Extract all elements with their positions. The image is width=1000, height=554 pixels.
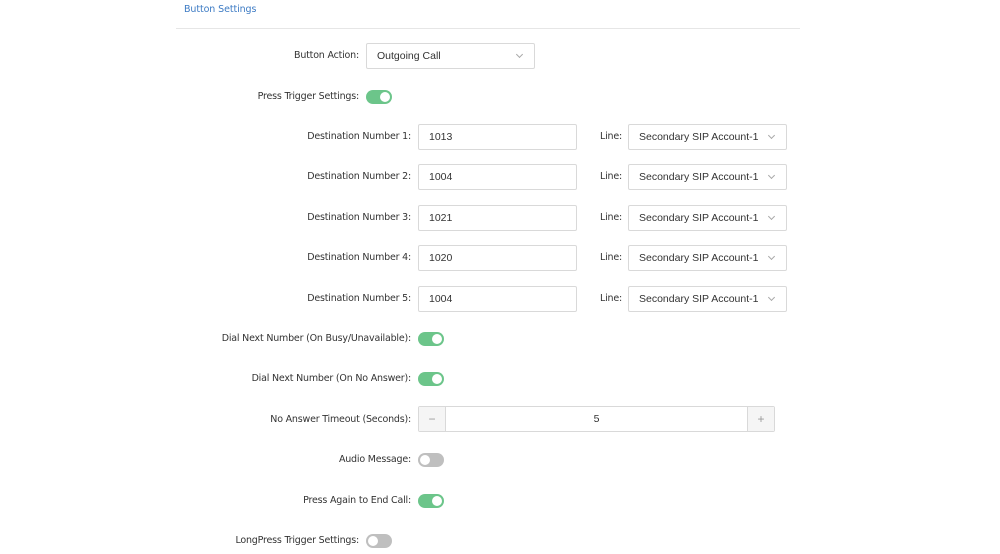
line-1-value: Secondary SIP Account-1	[639, 131, 759, 143]
chevron-down-icon	[767, 253, 776, 261]
line-1-label: Line:	[600, 131, 622, 142]
line-4-value: Secondary SIP Account-1	[639, 252, 759, 265]
line-5-select[interactable]: Secondary SIP Account-1	[628, 285, 787, 312]
line-3-label: Line:	[600, 211, 622, 223]
toggle-knob	[432, 334, 442, 344]
press-again-end-label: Press Again to End Call:	[303, 495, 411, 506]
destination-number-1-label: Destination Number 1:	[307, 131, 411, 142]
destination-number-1-input[interactable]	[418, 124, 577, 150]
header-divider	[176, 28, 800, 29]
button-settings-tab[interactable]: Button Settings	[184, 4, 256, 15]
destination-number-5-label: Destination Number 5:	[307, 292, 411, 304]
chevron-down-icon	[767, 131, 776, 140]
chevron-down-icon	[767, 172, 776, 180]
line-1-select[interactable]: Secondary SIP Account-1	[628, 124, 787, 150]
line-2-value: Secondary SIP Account-1	[639, 171, 759, 184]
button-action-value: Outgoing Call	[377, 50, 441, 62]
toggle-knob	[432, 374, 442, 384]
dial-next-no-answer-label: Dial Next Number (On No Answer):	[251, 373, 412, 384]
destination-number-3-input[interactable]	[418, 204, 577, 231]
toggle-knob	[380, 92, 390, 102]
line-4-select[interactable]: Secondary SIP Account-1	[628, 245, 787, 272]
destination-number-4-input[interactable]	[418, 245, 577, 272]
destination-number-2-input[interactable]	[418, 164, 577, 191]
line-3-select[interactable]: Secondary SIP Account-1	[628, 204, 787, 231]
toggle-knob	[432, 496, 442, 506]
line-4-label: Line:	[600, 252, 622, 264]
dial-next-busy-toggle[interactable]	[418, 332, 444, 346]
destination-number-3-field[interactable]	[429, 211, 566, 224]
audio-message-toggle[interactable]	[418, 453, 444, 467]
destination-number-5-input[interactable]	[418, 285, 577, 312]
press-trigger-toggle[interactable]	[366, 90, 392, 104]
dial-next-busy-label: Dial Next Number (On Busy/Unavailable):	[221, 333, 411, 344]
destination-number-2-field[interactable]	[429, 171, 566, 184]
longpress-trigger-label: LongPress Trigger Settings:	[235, 535, 359, 546]
line-3-value: Secondary SIP Account-1	[639, 211, 759, 224]
destination-number-4-field[interactable]	[429, 252, 566, 265]
destination-number-1-field[interactable]	[429, 131, 566, 143]
timeout-value[interactable]: 5	[446, 407, 747, 431]
button-action-select[interactable]: Outgoing Call	[366, 43, 535, 69]
no-answer-timeout-label: No Answer Timeout (Seconds):	[270, 414, 411, 425]
longpress-trigger-toggle[interactable]	[366, 534, 392, 548]
dial-next-no-answer-toggle[interactable]	[418, 372, 444, 386]
destination-number-2-label: Destination Number 2:	[307, 171, 411, 183]
toggle-knob	[420, 455, 430, 465]
chevron-down-icon	[767, 212, 776, 220]
toggle-knob	[368, 536, 378, 546]
destination-number-4-label: Destination Number 4:	[307, 252, 411, 264]
line-5-label: Line:	[600, 292, 622, 304]
destination-number-5-field[interactable]	[429, 292, 566, 305]
increment-button[interactable]: +	[747, 407, 774, 431]
chevron-down-icon	[767, 293, 776, 301]
no-answer-timeout-stepper[interactable]: − 5 +	[418, 406, 775, 432]
destination-number-3-label: Destination Number 3:	[307, 211, 411, 223]
line-5-value: Secondary SIP Account-1	[639, 292, 759, 305]
decrement-button[interactable]: −	[419, 407, 446, 431]
button-action-label: Button Action:	[294, 50, 359, 61]
line-2-label: Line:	[600, 171, 622, 183]
line-2-select[interactable]: Secondary SIP Account-1	[628, 164, 787, 191]
press-trigger-label: Press Trigger Settings:	[257, 91, 360, 102]
audio-message-label: Audio Message:	[338, 454, 411, 465]
chevron-down-icon	[515, 50, 524, 59]
press-again-end-toggle[interactable]	[418, 494, 444, 508]
